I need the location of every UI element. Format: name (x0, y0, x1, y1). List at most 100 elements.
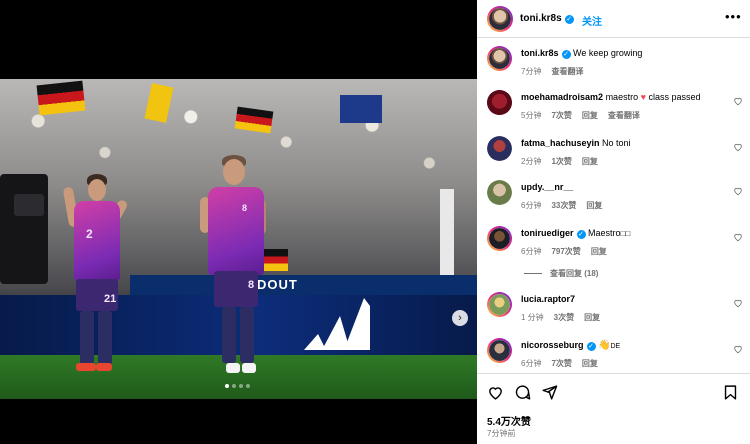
like-icon[interactable] (487, 384, 504, 401)
carousel-dot (246, 384, 250, 388)
like-heart-icon[interactable] (733, 298, 743, 308)
like-count[interactable]: 33次赞 (551, 201, 576, 210)
caption-line: toni.kr8s ✓ We keep growing (521, 48, 642, 59)
comment-line: moehamadroisam2 maestro ♥ class passed (521, 92, 700, 102)
comment-meta: 6分钟 797次赞 回复 (521, 246, 617, 257)
waving-hand-icon: 👋 (598, 340, 611, 351)
comment-meta: 1 分钟 3次赞 回复 (521, 312, 610, 323)
post-footer: 5.4万次赞 7分钟前 (477, 373, 750, 444)
view-replies-link[interactable]: 查看回复 (18) (524, 268, 598, 279)
header-username[interactable]: toni.kr8s ✓ (520, 13, 574, 24)
instagram-post-viewer: DOUT 2 21 8 8 › toni.kr8s ✓ 关注 ••• toni.… (0, 0, 750, 444)
timestamp: 6分钟 (521, 359, 542, 368)
like-count[interactable]: 797次赞 (551, 247, 580, 256)
comment-row: fatma_hachuseyin No toni 2分钟 1次赞 回复 (477, 132, 750, 170)
username-text[interactable]: toni.kr8s (520, 13, 562, 24)
comment-text: DE (610, 343, 621, 350)
post-side-panel: toni.kr8s ✓ 关注 ••• toni.kr8s ✓ We keep gro… (477, 0, 750, 444)
follow-button[interactable]: 关注 (582, 13, 602, 28)
comment-username[interactable]: lucia.raptor7 (521, 294, 575, 304)
like-heart-icon[interactable] (733, 96, 743, 106)
post-photo[interactable]: DOUT 2 21 8 8 › (0, 79, 477, 399)
comment-username[interactable]: fatma_hachuseyin (521, 138, 600, 148)
like-count[interactable]: 7次赞 (551, 111, 571, 120)
reply-button[interactable]: 回复 (586, 201, 602, 210)
avatar[interactable] (487, 90, 512, 115)
jersey-number: 2 (86, 227, 93, 241)
comment-row: toniruediger ✓ Maestro□□ 6分钟 797次赞 回复 (477, 222, 750, 260)
comment-username[interactable]: nicorosseburg (521, 340, 584, 350)
comment-meta: 6分钟 33次赞 回复 (521, 200, 612, 211)
avatar[interactable] (487, 226, 512, 251)
avatar[interactable] (487, 180, 512, 205)
like-count[interactable]: 3次赞 (554, 313, 574, 322)
like-heart-icon[interactable] (733, 142, 743, 152)
reply-button[interactable]: 回复 (582, 111, 598, 120)
carousel-dot (239, 384, 243, 388)
caption-row: toni.kr8s ✓ We keep growing 7分钟 查看翻译 (477, 42, 750, 80)
like-count[interactable]: 7次赞 (551, 359, 571, 368)
stadium-banner (130, 275, 477, 295)
reply-button[interactable]: 回复 (584, 313, 600, 322)
carousel-dot (232, 384, 236, 388)
comment-icon[interactable] (514, 384, 531, 401)
action-bar (487, 384, 558, 401)
reply-button[interactable]: 回复 (582, 359, 598, 368)
next-image-button[interactable]: › (452, 310, 468, 326)
timestamp: 2分钟 (521, 157, 542, 166)
reply-button[interactable]: 回复 (582, 157, 598, 166)
avatar[interactable] (487, 338, 512, 363)
like-count[interactable]: 1次赞 (551, 157, 571, 166)
comment-username[interactable]: toniruediger (521, 228, 574, 238)
caption-username[interactable]: toni.kr8s (521, 48, 559, 58)
comment-row: moehamadroisam2 maestro ♥ class passed 5… (477, 86, 750, 124)
like-heart-icon[interactable] (733, 344, 743, 354)
like-heart-icon[interactable] (733, 186, 743, 196)
camera-rig (0, 174, 48, 284)
verified-badge-icon: ✓ (564, 15, 574, 24)
post-time: 7分钟前 (487, 429, 516, 438)
comment-username[interactable]: updy.__nr__ (521, 182, 573, 192)
avatar[interactable] (487, 46, 512, 71)
banner-text: DOUT (257, 277, 298, 292)
comments-list: toni.kr8s ✓ We keep growing 7分钟 查看翻译 moeha… (477, 38, 750, 373)
verified-badge-icon: ✓ (561, 50, 571, 59)
translate-link[interactable]: 查看翻译 (608, 111, 640, 120)
pitch-grass (0, 355, 477, 399)
timestamp: 1 分钟 (521, 313, 544, 322)
avatar[interactable] (487, 136, 512, 161)
eu-flag (340, 95, 382, 123)
media-pane: DOUT 2 21 8 8 › (0, 0, 477, 444)
jersey-number: 8 (242, 203, 248, 213)
germany-flag (36, 80, 86, 116)
translate-link[interactable]: 查看翻译 (551, 67, 583, 76)
comment-row: nicorosseburg ✓ 👋DE 6分钟 7次赞 回复 (477, 334, 750, 372)
comment-line: nicorosseburg ✓ 👋DE (521, 340, 620, 351)
caption-meta: 7分钟 查看翻译 (521, 66, 593, 77)
adidas-logo (304, 298, 370, 350)
comment-meta: 6分钟 7次赞 回复 (521, 358, 608, 369)
avatar[interactable] (487, 292, 512, 317)
carousel-dot (225, 384, 229, 388)
comment-username[interactable]: moehamadroisam2 (521, 92, 603, 102)
comment-text: No toni (602, 138, 631, 148)
likes-count[interactable]: 5.4万次赞 (487, 413, 531, 428)
timestamp: 6分钟 (521, 247, 542, 256)
comment-line: updy.__nr__ (521, 182, 573, 192)
comment-meta: 2分钟 1次赞 回复 (521, 156, 608, 167)
verified-badge-icon: ✓ (586, 342, 596, 351)
camera-lens (14, 194, 44, 216)
reply-button[interactable]: 回复 (591, 247, 607, 256)
comment-meta: 5分钟 7次赞 回复 查看翻译 (521, 110, 650, 121)
comment-text: Maestro (588, 228, 621, 238)
avatar[interactable] (487, 6, 513, 32)
share-icon[interactable] (541, 384, 558, 401)
caption-text: We keep growing (573, 48, 643, 58)
bookmark-icon[interactable] (722, 384, 739, 401)
timestamp: 7分钟 (521, 67, 542, 76)
timestamp: 6分钟 (521, 201, 542, 210)
comment-text: maestro (605, 92, 639, 102)
like-heart-icon[interactable] (733, 232, 743, 242)
more-options-icon[interactable]: ••• (725, 9, 742, 24)
timestamp: 5分钟 (521, 111, 542, 120)
